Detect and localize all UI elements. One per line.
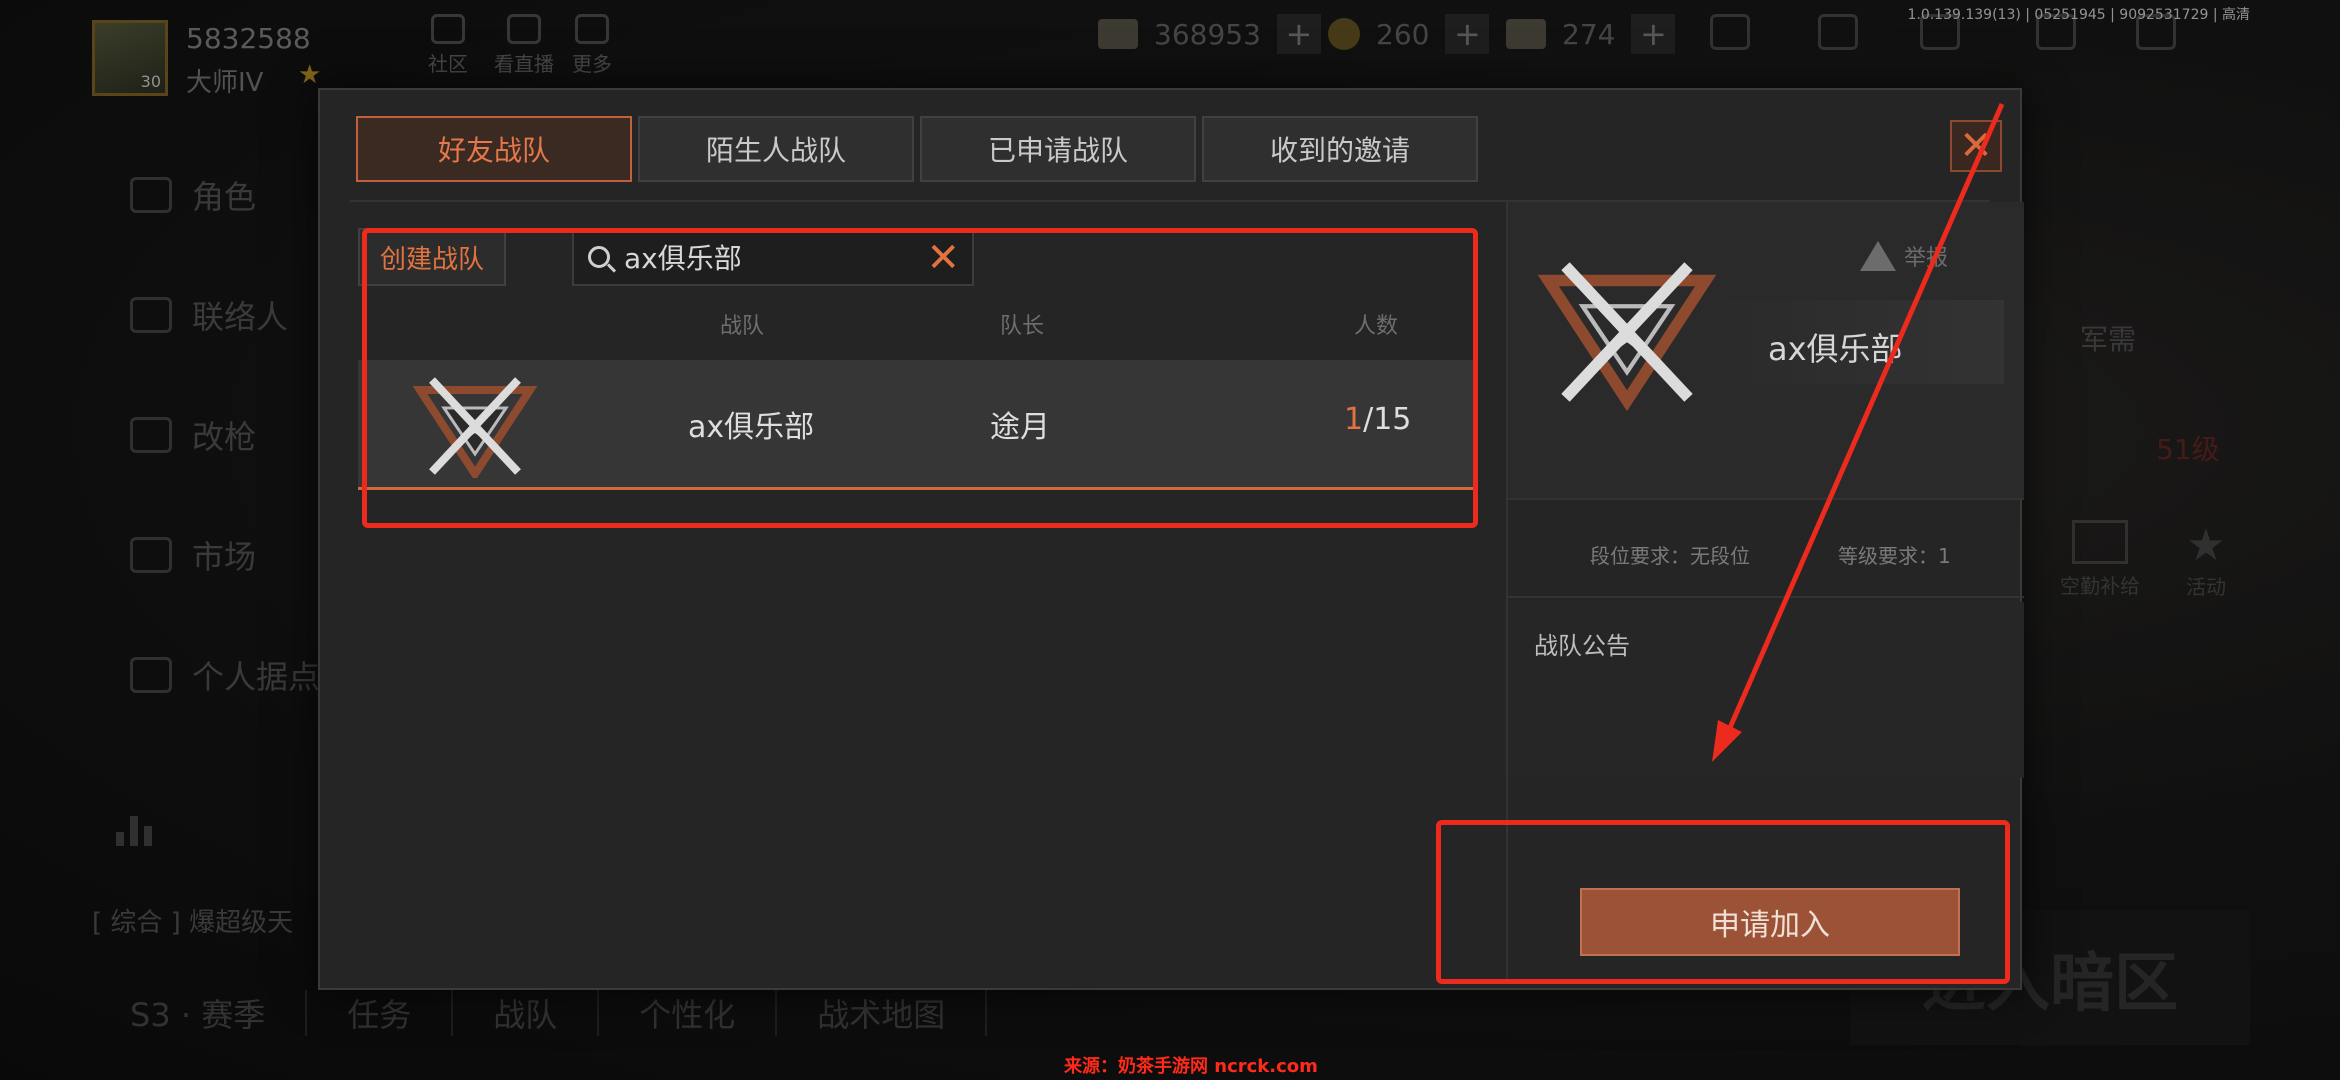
- annotation-arrow: [1712, 103, 2005, 762]
- watermark: 来源：奶茶手游网 ncrck.com: [1064, 1056, 1318, 1077]
